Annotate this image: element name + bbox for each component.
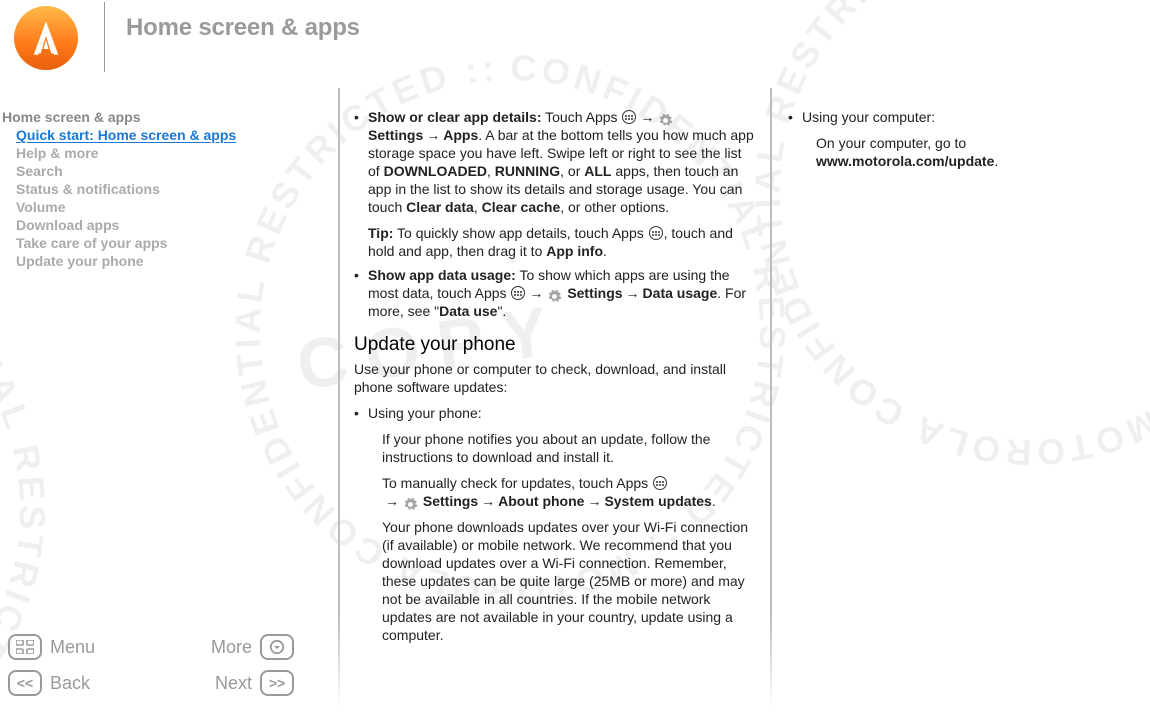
tip-1: To quickly show app details, touch Apps bbox=[393, 225, 647, 241]
s1-l: , or other options. bbox=[560, 199, 669, 215]
content-column-1: Show or clear app details: Touch Apps → … bbox=[354, 108, 754, 652]
update-url[interactable]: www.motorola.com/update bbox=[816, 153, 994, 169]
back-label[interactable]: Back bbox=[50, 673, 120, 694]
s2-datausage: Data usage bbox=[643, 285, 718, 301]
tip-label: Tip: bbox=[368, 225, 393, 241]
next-icon[interactable]: >> bbox=[260, 670, 294, 696]
gear-icon bbox=[403, 497, 418, 512]
s1-cleardata: Clear data bbox=[406, 199, 474, 215]
sidebar-item-home-screen-apps[interactable]: Home screen & apps bbox=[2, 108, 312, 126]
apps-icon bbox=[511, 286, 525, 300]
sidebar: Home screen & apps Quick start: Home scr… bbox=[2, 108, 312, 270]
sidebar-item-quick-start[interactable]: Quick start: Home screen & apps bbox=[2, 126, 312, 144]
menu-label[interactable]: Menu bbox=[50, 637, 120, 658]
arrow-icon: → bbox=[426, 127, 440, 143]
s2-settings: Settings bbox=[567, 285, 622, 301]
apps-icon bbox=[653, 476, 667, 490]
column-separator-1 bbox=[338, 88, 340, 708]
sidebar-item-take-care-apps[interactable]: Take care of your apps bbox=[2, 234, 312, 252]
gear-icon bbox=[547, 289, 562, 304]
s1-settings: Settings bbox=[368, 127, 423, 143]
using-computer-label: Using your computer: bbox=[802, 109, 935, 125]
next-label[interactable]: Next bbox=[182, 673, 252, 694]
p2-system: System updates bbox=[604, 493, 711, 509]
sidebar-item-status-notifications[interactable]: Status & notifications bbox=[2, 180, 312, 198]
s1-all: ALL bbox=[584, 163, 611, 179]
menu-icon[interactable] bbox=[8, 634, 42, 660]
comp3: . bbox=[994, 153, 998, 169]
back-icon[interactable]: << bbox=[8, 670, 42, 696]
sidebar-item-update-phone[interactable]: Update your phone bbox=[2, 252, 312, 270]
update-p2: To manually check for updates, touch App… bbox=[368, 474, 754, 510]
arrow-icon: → bbox=[481, 493, 495, 509]
s1-clearcache: Clear cache bbox=[482, 199, 561, 215]
s2-title: Show app data usage: bbox=[368, 267, 516, 283]
s1-running: RUNNING bbox=[495, 163, 560, 179]
svg-text:CONFIDENTIAL RESTRICTED :: M: CONFIDENTIAL RESTRICTED :: MOTOROLA CONF… bbox=[0, 0, 53, 713]
p2-settings: Settings bbox=[423, 493, 478, 509]
s2-f: ". bbox=[497, 303, 506, 319]
header: Home screen & apps bbox=[0, 0, 1150, 78]
p2-about: About phone bbox=[498, 493, 584, 509]
arrow-icon: → bbox=[385, 493, 399, 509]
column-separator-2 bbox=[770, 88, 772, 708]
header-divider bbox=[104, 2, 105, 72]
p2e: . bbox=[712, 493, 716, 509]
comp1: On your computer, go to bbox=[816, 135, 966, 151]
arrow-icon: → bbox=[626, 285, 640, 301]
heading-update-phone: Update your phone bbox=[354, 336, 754, 354]
gear-icon bbox=[658, 113, 673, 128]
s2-datause: Data use bbox=[439, 303, 497, 319]
using-phone-label: Using your phone: bbox=[368, 405, 482, 421]
s1-g: , or bbox=[560, 163, 584, 179]
sidebar-item-search[interactable]: Search bbox=[2, 162, 312, 180]
item-show-clear-details: Show or clear app details: Touch Apps → … bbox=[354, 108, 754, 260]
item-using-computer: Using your computer: On your computer, g… bbox=[788, 108, 1148, 170]
arrow-icon: → bbox=[640, 109, 654, 125]
item-show-data-usage: Show app data usage: To show which apps … bbox=[354, 266, 754, 320]
apps-icon bbox=[622, 110, 636, 124]
footer-nav: Menu More << Back Next >> bbox=[0, 629, 320, 707]
update-intro: Use your phone or computer to check, dow… bbox=[354, 360, 754, 396]
sidebar-item-volume[interactable]: Volume bbox=[2, 198, 312, 216]
s1-apps: Apps bbox=[443, 127, 478, 143]
update-p3: Your phone downloads updates over your W… bbox=[368, 518, 754, 644]
update-p1: If your phone notifies you about an upda… bbox=[368, 430, 754, 466]
content-column-2: Using your computer: On your computer, g… bbox=[788, 108, 1148, 178]
s1-title: Show or clear app details: bbox=[368, 109, 542, 125]
s1-downloaded: DOWNLOADED bbox=[384, 163, 487, 179]
p2a: To manually check for updates, touch App… bbox=[382, 475, 652, 491]
comp-line: On your computer, go to www.motorola.com… bbox=[802, 134, 1148, 170]
sidebar-item-help-more[interactable]: Help & more bbox=[2, 144, 312, 162]
motorola-logo bbox=[14, 6, 78, 70]
tip-appinfo: App info bbox=[546, 243, 603, 259]
more-label[interactable]: More bbox=[182, 637, 252, 658]
sidebar-item-download-apps[interactable]: Download apps bbox=[2, 216, 312, 234]
s1-a: Touch Apps bbox=[542, 109, 622, 125]
tip-4: . bbox=[603, 243, 607, 259]
apps-icon bbox=[649, 226, 663, 240]
page-title: Home screen & apps bbox=[126, 14, 360, 42]
more-icon[interactable] bbox=[260, 634, 294, 660]
arrow-icon: → bbox=[529, 285, 543, 301]
item-using-phone: Using your phone: If your phone notifies… bbox=[354, 404, 754, 644]
arrow-icon: → bbox=[587, 493, 601, 509]
